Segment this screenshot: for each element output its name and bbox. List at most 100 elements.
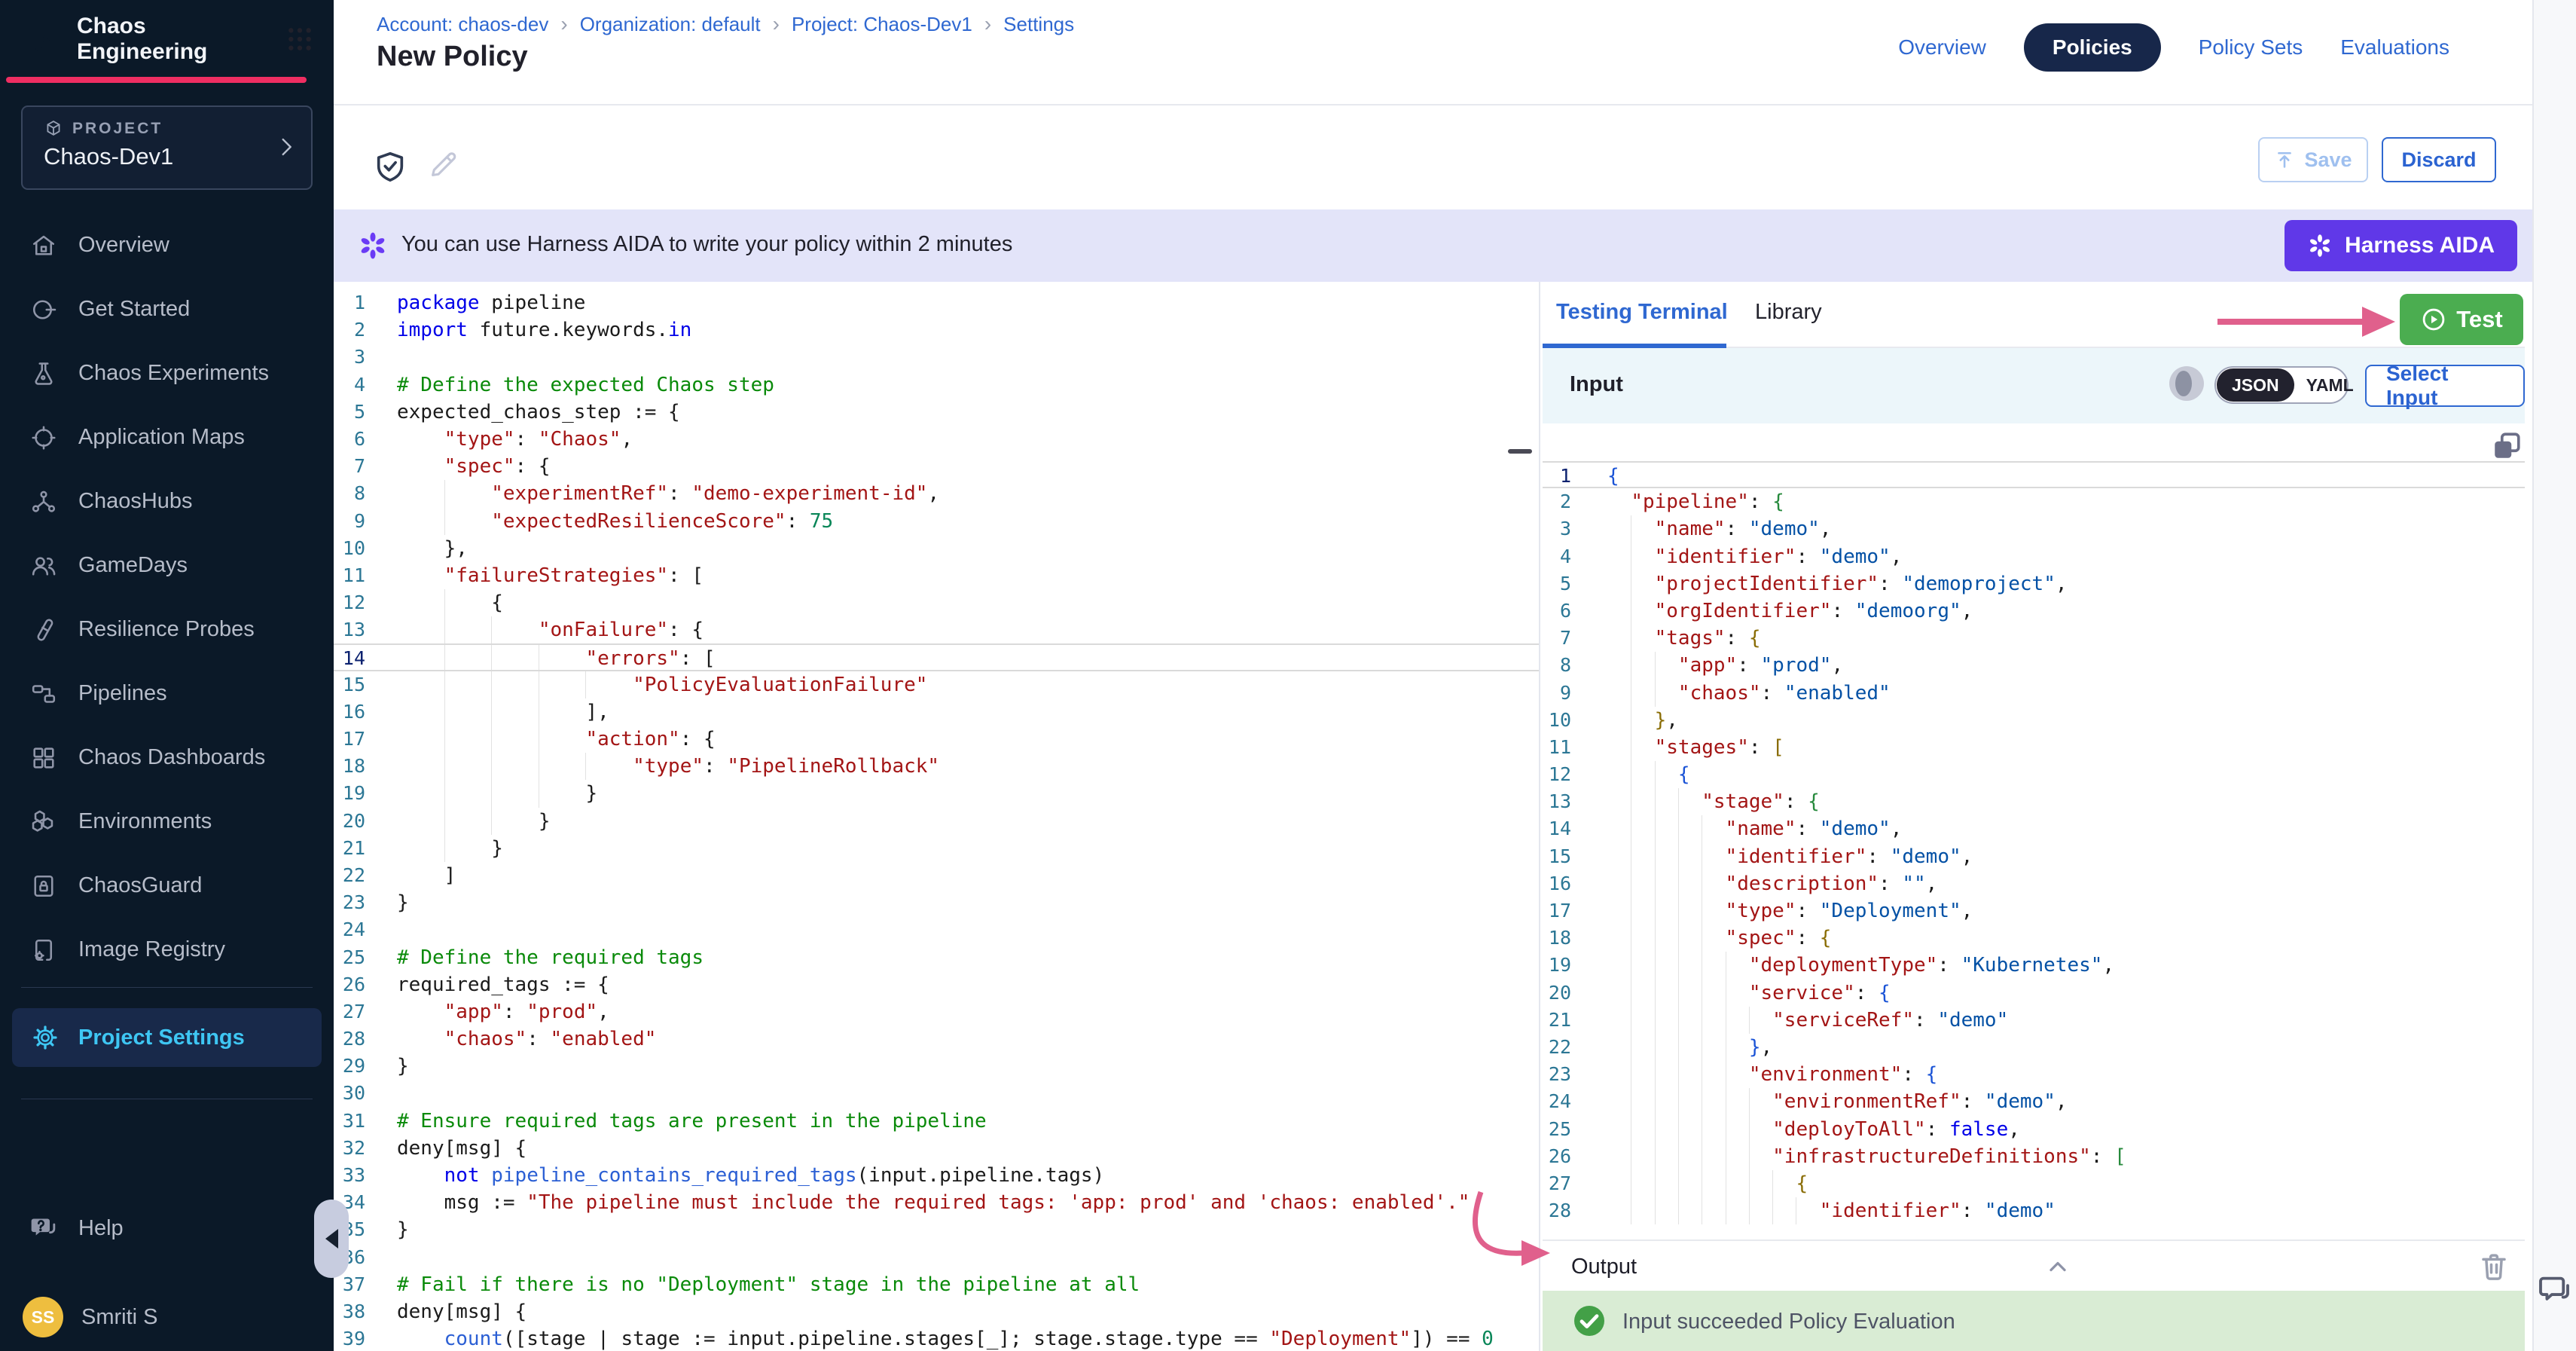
code-line: 29} <box>334 1053 1539 1080</box>
breadcrumb-item[interactable]: Account: chaos-dev <box>377 13 548 36</box>
code-line: 11 "stages": [ <box>1543 734 2525 761</box>
sidebar-collapse-handle[interactable] <box>314 1200 349 1278</box>
registry-icon <box>30 937 57 964</box>
top-bar: Account: chaos-dev › Organization: default… <box>334 0 2532 105</box>
aida-banner-text: You can use Harness AIDA to write your p… <box>401 232 1012 257</box>
sidebar-divider <box>21 987 313 988</box>
nav-tab-policies[interactable]: Policies <box>2024 23 2161 72</box>
people-icon <box>30 552 57 579</box>
copy-icon[interactable] <box>2490 429 2523 463</box>
line-number: 39 <box>334 1325 380 1351</box>
guard-icon <box>30 873 57 900</box>
sidebar-item-resilience-probes[interactable]: Resilience Probes <box>0 598 334 662</box>
format-option-yaml[interactable]: YAML <box>2294 375 2366 396</box>
project-label: PROJECT <box>72 120 163 138</box>
code-line: 23 "environment": { <box>1543 1061 2525 1088</box>
line-number: 27 <box>334 998 380 1025</box>
line-number: 23 <box>1543 1061 1580 1088</box>
line-number: 19 <box>334 780 380 807</box>
code-line: 2import future.keywords.in <box>334 316 1539 344</box>
nav-tab-evaluations[interactable]: Evaluations <box>2340 35 2449 60</box>
line-number: 27 <box>1543 1170 1580 1197</box>
line-number: 14 <box>1543 815 1580 842</box>
line-number: 22 <box>334 862 380 889</box>
test-button[interactable]: Test <box>2400 294 2523 345</box>
sidebar-item-label: Project Settings <box>78 1025 245 1050</box>
code-line: 25# Define the required tags <box>334 944 1539 971</box>
code-line: 2 "pipeline": { <box>1543 488 2525 515</box>
line-number: 32 <box>334 1135 380 1162</box>
code-line: 18 "spec": { <box>1543 925 2525 952</box>
sidebar-item-gamedays[interactable]: GameDays <box>0 533 334 598</box>
tab-library[interactable]: Library <box>1755 300 1822 325</box>
aida-sparkle-icon <box>358 231 388 261</box>
code-line: 1{ <box>1543 461 2525 488</box>
line-number: 10 <box>1543 707 1580 734</box>
sidebar-item-label: Application Maps <box>78 425 245 450</box>
code-line: 30 <box>334 1080 1539 1107</box>
harness-aida-button[interactable]: Harness AIDA <box>2285 220 2517 271</box>
sidebar-item-chaos-experiments[interactable]: Chaos Experiments <box>0 341 334 405</box>
project-selector[interactable]: PROJECT Chaos-Dev1 <box>21 105 313 190</box>
input-title: Input <box>1570 372 1623 397</box>
code-line: 16 "description": "", <box>1543 870 2525 897</box>
line-number: 25 <box>334 944 380 971</box>
user-menu[interactable]: SS Smriti S <box>0 1285 334 1349</box>
line-number: 23 <box>334 889 380 916</box>
select-input-button[interactable]: Select Input <box>2365 365 2525 407</box>
sidebar-item-chaos-dashboards[interactable]: Chaos Dashboards <box>0 726 334 790</box>
breadcrumb-item[interactable]: Settings <box>1003 13 1074 36</box>
tab-testing-terminal[interactable]: Testing Terminal <box>1556 300 1728 325</box>
code-line: 20 } <box>334 808 1539 835</box>
nav-tab-overview[interactable]: Overview <box>1898 35 1986 60</box>
edit-pencil-icon[interactable] <box>426 148 460 182</box>
sidebar-item-get-started[interactable]: Get Started <box>0 277 334 341</box>
discard-button[interactable]: Discard <box>2382 137 2496 182</box>
line-number: 24 <box>1543 1088 1580 1115</box>
code-line: 14 "name": "demo", <box>1543 815 2525 842</box>
code-line: 17 "type": "Deployment", <box>1543 897 2525 925</box>
code-line: 17 "action": { <box>334 726 1539 753</box>
format-option-json[interactable]: JSON <box>2217 368 2294 402</box>
sidebar-item-project-settings[interactable]: Project Settings <box>12 1008 322 1067</box>
policy-code-editor[interactable]: 1package pipeline2import future.keywords… <box>334 282 1539 1351</box>
save-button[interactable]: Save <box>2258 137 2368 182</box>
code-line: 33 not pipeline_contains_required_tags(i… <box>334 1162 1539 1189</box>
line-number: 21 <box>1543 1007 1580 1034</box>
line-number: 15 <box>1543 843 1580 870</box>
format-toggle[interactable]: JSON YAML <box>2214 366 2349 404</box>
breadcrumb-separator: › <box>773 12 780 36</box>
line-number: 4 <box>1543 543 1580 570</box>
sidebar-item-overview[interactable]: Overview <box>0 213 334 277</box>
line-number: 9 <box>1543 680 1580 707</box>
help-button[interactable]: Help <box>0 1204 334 1252</box>
line-number: 7 <box>334 453 380 480</box>
sidebar-item-chaoshubs[interactable]: ChaosHubs <box>0 469 334 533</box>
line-number: 28 <box>334 1025 380 1053</box>
breadcrumb-item[interactable]: Project: Chaos-Dev1 <box>792 13 972 36</box>
code-line: 1package pipeline <box>334 289 1539 316</box>
code-line: 36 <box>334 1244 1539 1271</box>
sidebar-item-environments[interactable]: Environments <box>0 790 334 854</box>
breadcrumb-item[interactable]: Organization: default <box>580 13 761 36</box>
code-line: 3 "name": "demo", <box>1543 515 2525 543</box>
code-line: 35} <box>334 1216 1539 1243</box>
nav-tab-policy-sets[interactable]: Policy Sets <box>2199 35 2303 60</box>
sidebar-item-chaosguard[interactable]: ChaosGuard <box>0 854 334 918</box>
sidebar-item-application-maps[interactable]: Application Maps <box>0 405 334 469</box>
code-line: 7 "spec": { <box>334 453 1539 480</box>
harness-chaos-logo[interactable] <box>20 18 62 60</box>
policy-shield-check-icon[interactable] <box>373 146 407 187</box>
sidebar-accent-bar <box>6 77 307 83</box>
sidebar-item-image-registry[interactable]: Image Registry <box>0 918 334 982</box>
code-line: 19 } <box>334 780 1539 807</box>
trash-icon[interactable] <box>2478 1249 2510 1285</box>
code-line: 13 "stage": { <box>1543 788 2525 815</box>
code-line: 20 "service": { <box>1543 980 2525 1007</box>
module-grid-icon[interactable] <box>285 24 315 54</box>
right-edge-strip <box>2532 0 2576 1351</box>
support-chat-icon[interactable] <box>2537 1272 2571 1307</box>
input-json-editor[interactable]: 1{2 "pipeline": {3 "name": "demo",4 "ide… <box>1543 423 2525 1239</box>
chevron-up-icon[interactable] <box>2044 1253 2071 1280</box>
sidebar-item-pipelines[interactable]: Pipelines <box>0 662 334 726</box>
